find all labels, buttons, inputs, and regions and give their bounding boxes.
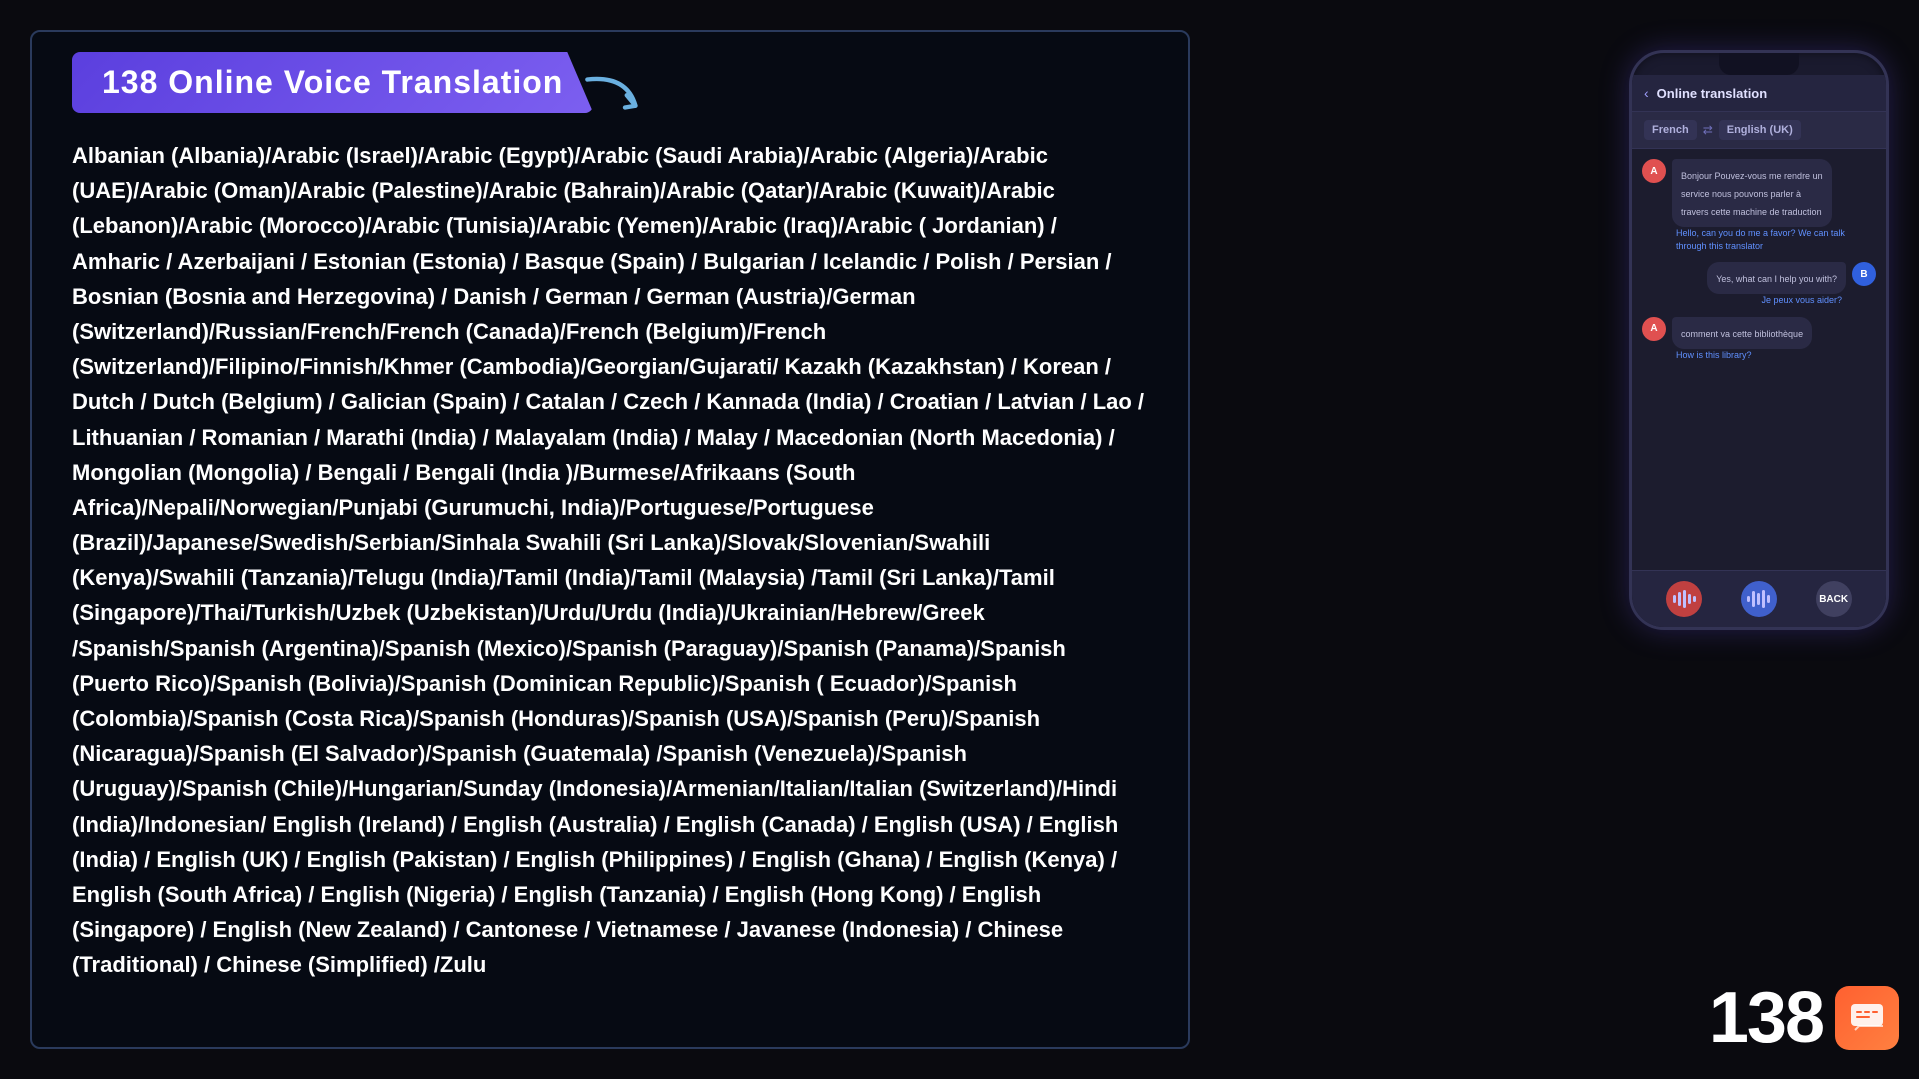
phone-notch <box>1719 53 1799 75</box>
title-background: 138 Online Voice Translation <box>72 52 593 113</box>
message-row-3: A comment va cette bibliothèque How is t… <box>1642 317 1876 362</box>
message-bubble-1: Bonjour Pouvez-vous me rendre un service… <box>1672 159 1832 227</box>
chat-area: A Bonjour Pouvez-vous me rendre un servi… <box>1632 149 1886 570</box>
wave-bar <box>1683 590 1686 608</box>
back-arrow-icon[interactable]: ‹ <box>1644 85 1649 101</box>
bottom-controls-bar: BACK <box>1632 570 1886 627</box>
app-screen: ‹ Online translation French ⇄ English (U… <box>1632 75 1886 627</box>
swap-languages-icon[interactable]: ⇄ <box>1703 123 1713 137</box>
wave-bar <box>1747 596 1750 602</box>
avatar-a-3: A <box>1642 317 1666 341</box>
message-text-1: Bonjour Pouvez-vous me rendre un service… <box>1681 171 1823 217</box>
avatar-a-1: A <box>1642 159 1666 183</box>
brand-icon <box>1835 986 1899 1050</box>
message-row-2: B Yes, what can I help you with? Je peux… <box>1642 262 1876 307</box>
message-text-3: comment va cette bibliothèque <box>1681 329 1803 339</box>
message-text-2: Yes, what can I help you with? <box>1716 274 1837 284</box>
language-selector: French ⇄ English (UK) <box>1632 112 1886 149</box>
title-banner: 138 Online Voice Translation <box>72 52 593 113</box>
mic-left-button[interactable] <box>1666 581 1702 617</box>
app-header: ‹ Online translation <box>1632 75 1886 112</box>
branding-section: 138 <box>1709 977 1899 1059</box>
message-translation-1: Hello, can you do me a favor? We can tal… <box>1672 227 1876 252</box>
wave-bars-left <box>1673 589 1696 609</box>
target-language-button[interactable]: English (UK) <box>1719 120 1801 140</box>
message-bubble-2: Yes, what can I help you with? <box>1707 262 1846 294</box>
wave-bar <box>1673 595 1676 603</box>
phone-mockup: ‹ Online translation French ⇄ English (U… <box>1629 50 1889 630</box>
wave-bar <box>1678 592 1681 606</box>
wave-bar <box>1767 595 1770 603</box>
back-button[interactable]: BACK <box>1816 581 1852 617</box>
wave-bar <box>1752 591 1755 607</box>
chat-icon <box>1847 998 1887 1038</box>
wave-bar <box>1757 593 1760 605</box>
phone-frame: ‹ Online translation French ⇄ English (U… <box>1629 50 1889 630</box>
main-title: 138 Online Voice Translation <box>102 64 563 100</box>
message-translation-2: Je peux vous aider? <box>1757 294 1846 307</box>
wave-bar <box>1688 594 1691 604</box>
main-content-panel: 138 Online Voice Translation Albanian (A… <box>30 30 1190 1049</box>
mic-right-button[interactable] <box>1741 581 1777 617</box>
message-row-1: A Bonjour Pouvez-vous me rendre un servi… <box>1642 159 1876 252</box>
wave-bars-right <box>1747 589 1770 609</box>
languages-list: Albanian (Albania)/Arabic (Israel)/Arabi… <box>72 138 1148 983</box>
arrow-icon <box>583 62 653 132</box>
message-bubble-3: comment va cette bibliothèque <box>1672 317 1812 349</box>
wave-bar <box>1693 596 1696 602</box>
avatar-b-2: B <box>1852 262 1876 286</box>
brand-number: 138 <box>1709 977 1823 1059</box>
message-translation-3: How is this library? <box>1672 349 1812 362</box>
app-header-title: Online translation <box>1657 86 1768 101</box>
source-language-button[interactable]: French <box>1644 120 1697 140</box>
wave-bar <box>1762 590 1765 608</box>
